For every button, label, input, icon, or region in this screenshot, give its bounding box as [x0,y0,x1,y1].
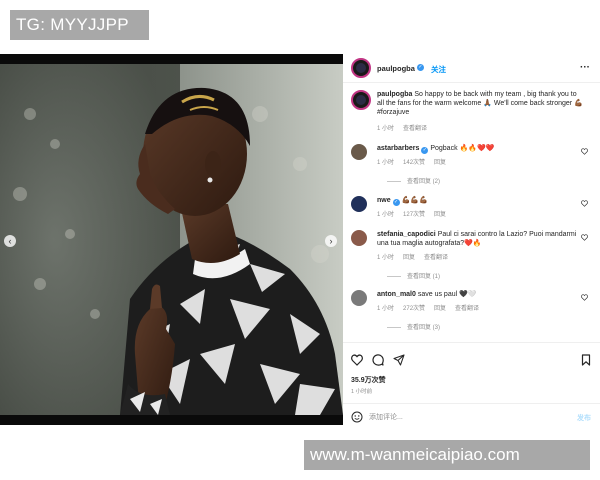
comment-time: 1 小时 [377,306,395,312]
add-comment-bar: 发布 [343,403,600,431]
watermark-top: TG: MYYJJPP [10,10,149,40]
post-side-panel: paulpogba ✓ 关注 ··· paulpogba So happy to… [343,54,600,429]
likes-count[interactable]: 35.9万次赞 [351,375,386,385]
comment-username[interactable]: stefania_capodici [377,231,436,238]
verified-badge-icon: ✓ [417,64,424,71]
comment-time: 1 小时 [377,160,395,166]
avatar[interactable] [351,290,367,306]
comment-time: 1 小时 [377,255,395,261]
comment-username[interactable]: astarbarbers [377,145,419,152]
heart-icon[interactable] [581,148,588,155]
follow-button[interactable]: 关注 [431,64,446,75]
verified-badge-icon: ✓ [421,147,429,154]
post-comment-button[interactable]: 发布 [577,413,591,423]
comment-text: nwe ✓ 💪🏾💪🏾💪🏾 [377,196,585,206]
avatar[interactable] [351,90,371,110]
share-icon[interactable] [393,354,405,366]
player-photo-illustration [0,54,343,425]
more-options-icon[interactable]: ··· [580,62,590,73]
comment-meta: 1 小时 127次赞 回复 [377,209,455,218]
comment-body: Pogback 🔥🔥❤️❤️ [430,145,495,152]
see-translation-link[interactable]: 查看翻译 [455,306,479,312]
reply-button[interactable]: 回复 [434,212,446,218]
caption-username[interactable]: paulpogba [377,91,412,98]
comment-item: anton_mal0 save us paul 🖤🤍 1 小时 272次赞 回复 查看… [351,290,594,334]
comment-meta: 1 小时 142次赞 回复 [377,157,455,166]
view-replies-link[interactable]: 查看回复 (1) [387,271,440,280]
avatar[interactable] [351,196,367,212]
comment-likes[interactable]: 272次赞 [403,306,425,312]
post-header: paulpogba ✓ 关注 ··· [343,54,600,83]
comment-body: save us paul 🖤🤍 [417,291,477,298]
comment-item: nwe ✓ 💪🏾💪🏾💪🏾 1 小时 127次赞 回复 [351,196,594,222]
comment-likes[interactable]: 142次赞 [403,160,425,166]
post-actions: 35.9万次赞 1 小时前 发布 [343,342,600,430]
watermark-bottom: www.m-wanmeicaipiao.com [304,440,590,470]
comment-icon[interactable] [372,354,384,366]
comment-text: astarbarbers ✓ Pogback 🔥🔥❤️❤️ [377,144,585,154]
comment-username[interactable]: nwe [377,197,391,204]
see-translation-link[interactable]: 查看翻译 [403,126,427,132]
comment-input[interactable] [369,410,549,424]
post-photo: ‹ › [0,54,343,425]
bookmark-icon[interactable] [580,354,592,366]
verified-badge-icon: ✓ [392,199,400,206]
caption-text: paulpogba So happy to be back with my te… [377,90,585,117]
see-translation-link[interactable]: 查看翻译 [424,255,448,261]
caption-meta: 1 小时 查看翻译 [377,123,436,132]
comment-text: stefania_capodici Paul ci sarai contro l… [377,230,585,248]
comment-item: astarbarbers ✓ Pogback 🔥🔥❤️❤️ 1 小时 142次赞 回… [351,144,594,188]
caption-time: 1 小时 [377,126,395,132]
heart-icon[interactable] [581,294,588,301]
comment-body: 💪🏾💪🏾💪🏾 [401,197,428,204]
avatar[interactable] [351,58,371,78]
comment-item: stefania_capodici Paul ci sarai contro l… [351,230,594,280]
instagram-post: ‹ › paulpogba ✓ 关注 ··· paulpogba So happ… [0,54,600,429]
avatar[interactable] [351,144,367,160]
post-caption: paulpogba So happy to be back with my te… [351,90,594,134]
comment-meta: 1 小时 272次赞 回复 查看翻译 [377,303,488,312]
emoji-icon[interactable] [351,411,363,423]
post-timestamp: 1 小时前 [351,389,373,395]
header-username[interactable]: paulpogba [377,64,415,73]
reply-button[interactable]: 回复 [434,160,446,166]
reply-button[interactable]: 回复 [434,306,446,312]
heart-icon[interactable] [581,234,588,241]
view-replies-link[interactable]: 查看回复 (2) [387,176,440,185]
comment-text: anton_mal0 save us paul 🖤🤍 [377,290,585,299]
avatar[interactable] [351,230,367,246]
heart-icon[interactable] [581,200,588,207]
view-replies-link[interactable]: 查看回复 (3) [387,322,440,331]
reply-button[interactable]: 回复 [403,255,415,261]
comment-meta: 1 小时 回复 查看翻译 [377,252,457,261]
chevron-left-icon[interactable]: ‹ [4,235,16,247]
comment-time: 1 小时 [377,212,395,218]
comment-username[interactable]: anton_mal0 [377,291,416,298]
heart-icon[interactable] [351,354,363,366]
comment-likes[interactable]: 127次赞 [403,212,425,218]
chevron-right-icon[interactable]: › [325,235,337,247]
